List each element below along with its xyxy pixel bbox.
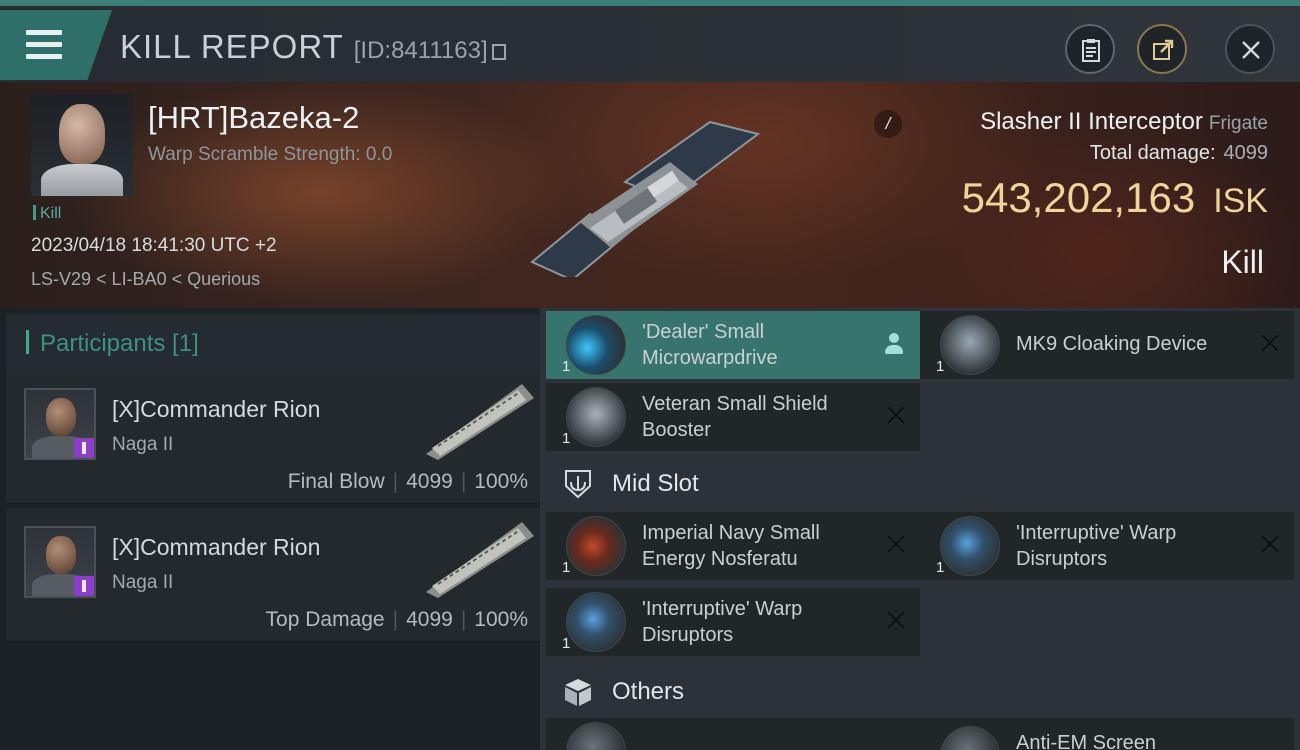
module-slot[interactable]: Anti-EM Screen <box>920 718 1294 750</box>
participants-title: Participants [1] <box>40 330 199 357</box>
participant-name[interactable]: [X]Commander Rion <box>112 396 320 423</box>
page-title: KILL REPORT [ID:8411163] <box>120 28 506 66</box>
ship-info-marker[interactable]: / <box>874 110 902 138</box>
participant-row[interactable]: [X]Commander Rion Naga II Top Damage | 409… <box>6 508 540 642</box>
total-damage-label: Total damage: <box>1089 142 1216 164</box>
warp-scramble-strength: Warp Scramble Strength: 0.0 <box>148 144 393 165</box>
module-slot[interactable]: 1 'Interruptive' Warp Disruptors <box>920 512 1294 580</box>
participant-percent: 100% <box>474 608 528 631</box>
module-name: 'Dealer' Small Microwarpdrive <box>642 321 778 369</box>
top-bar: KILL REPORT [ID:8411163] <box>0 0 1300 82</box>
participant-role: Final Blow <box>287 470 385 493</box>
energy-nosferatu-icon <box>566 516 626 576</box>
corp-badge-icon <box>74 438 94 458</box>
mid-slot-icon <box>565 470 591 499</box>
cube-icon <box>565 679 591 706</box>
victim-name[interactable]: [HRT]Bazeka-2 <box>148 100 359 136</box>
title-text: KILL REPORT <box>120 28 344 65</box>
share-button[interactable] <box>1137 24 1187 74</box>
menu-button[interactable] <box>0 10 112 80</box>
participants-panel: Participants [1] [X]Commander Rion Naga … <box>0 308 540 750</box>
module-qty: 1 <box>562 430 571 447</box>
kill-datetime: 2023/04/18 18:41:30 UTC +2 <box>31 235 277 256</box>
participant-name[interactable]: [X]Commander Rion <box>112 534 320 561</box>
others-label: Others <box>612 678 685 705</box>
destroyed-icon <box>886 405 906 425</box>
module-qty: 1 <box>562 559 571 576</box>
destroyed-icon <box>1260 333 1280 353</box>
close-icon <box>1242 41 1260 59</box>
module-name: 'Interruptive' Warp Disruptors <box>1016 522 1177 570</box>
module-qty: 1 <box>562 358 571 375</box>
others-header: Others <box>540 664 1300 720</box>
mid-slot-header: Mid Slot <box>540 456 1300 512</box>
participant-role: Top Damage <box>265 608 385 631</box>
module-qty: 1 <box>936 358 945 375</box>
total-damage-value: 4099 <box>1223 142 1269 164</box>
participant-percent: 100% <box>474 470 528 493</box>
mid-slot-label: Mid Slot <box>612 470 699 497</box>
module-qty: 1 <box>562 635 571 652</box>
isk-unit: ISK <box>1213 182 1268 220</box>
warp-disruptor-icon <box>566 592 626 652</box>
module-name: Anti-EM Screen <box>1016 732 1157 750</box>
participant-stats: Top Damage | 4099 | 100% <box>265 608 528 631</box>
cloaking-device-icon <box>940 315 1000 375</box>
destroyed-icon <box>1260 534 1280 554</box>
participant-stats: Final Blow | 4099 | 100% <box>287 470 528 493</box>
kill-tag: Kill <box>33 205 61 223</box>
victim-ship-image <box>530 120 761 277</box>
victim-banner: [HRT]Bazeka-2 Warp Scramble Strength: 0.… <box>0 82 1300 308</box>
clipboard-icon <box>1082 39 1100 62</box>
ship-type: Slasher II Interceptor <box>980 108 1203 135</box>
corp-badge-icon <box>74 576 94 596</box>
module-slot[interactable]: 1 Imperial Navy Small Energy Nosferatu <box>546 512 920 580</box>
report-id: [ID:8411163] <box>353 37 488 64</box>
participant-ship: Naga II <box>112 434 174 455</box>
module-slot[interactable]: 1 MK9 Cloaking Device <box>920 311 1294 379</box>
module-slot[interactable]: 1 Veteran Small Shield Booster <box>546 383 920 451</box>
module-slot[interactable] <box>546 718 920 750</box>
module-name: Veteran Small Shield Booster <box>642 393 828 441</box>
copy-icon[interactable] <box>491 44 506 60</box>
ship-name[interactable]: Slasher II Interceptor Frigate <box>980 108 1268 136</box>
participant-damage: 4099 <box>406 470 453 493</box>
isk-amount: 543,202,163 <box>961 174 1196 221</box>
module-name: Imperial Navy Small Energy Nosferatu <box>642 522 820 570</box>
pilot-icon <box>884 333 904 355</box>
outcome-label: Kill <box>1221 244 1264 280</box>
kill-location[interactable]: LS-V29 < LI-BA0 < Querious <box>31 269 260 290</box>
participant-ship: Naga II <box>112 572 174 593</box>
ship-class: Frigate <box>1208 113 1268 134</box>
participant-row[interactable]: [X]Commander Rion Naga II Final Blow | 409… <box>6 370 540 504</box>
share-icon <box>1153 39 1174 60</box>
module-slot[interactable]: 1 'Dealer' Small Microwarpdrive <box>546 311 920 379</box>
close-button[interactable] <box>1225 24 1275 74</box>
participants-header: Participants [1] <box>6 314 540 370</box>
module-qty: 1 <box>936 559 945 576</box>
module-name: MK9 Cloaking Device <box>1016 333 1208 355</box>
participant-ship-image <box>426 384 534 460</box>
hamburger-icon <box>26 30 62 60</box>
avatar[interactable] <box>24 388 96 460</box>
module-icon <box>566 722 626 750</box>
destroyed-icon <box>886 534 906 554</box>
destroyed-icon <box>886 610 906 630</box>
victim-portrait[interactable] <box>31 94 133 196</box>
participant-ship-image <box>426 522 534 598</box>
anti-em-screen-icon <box>940 726 1000 750</box>
warp-disruptor-icon <box>940 516 1000 576</box>
shield-booster-icon <box>566 387 626 447</box>
module-name: 'Interruptive' Warp Disruptors <box>642 598 803 646</box>
total-damage: Total damage: 4099 <box>1090 142 1268 165</box>
participant-damage: 4099 <box>406 608 453 631</box>
fitting-panel: 1 'Dealer' Small Microwarpdrive 1 MK9 Cl… <box>540 308 1300 750</box>
avatar[interactable] <box>24 526 96 598</box>
module-slot[interactable]: 1 'Interruptive' Warp Disruptors <box>546 588 920 656</box>
isk-value: 543,202,163 ISK <box>962 174 1268 222</box>
clipboard-button[interactable] <box>1065 24 1115 74</box>
microwarpdrive-icon <box>566 315 626 375</box>
